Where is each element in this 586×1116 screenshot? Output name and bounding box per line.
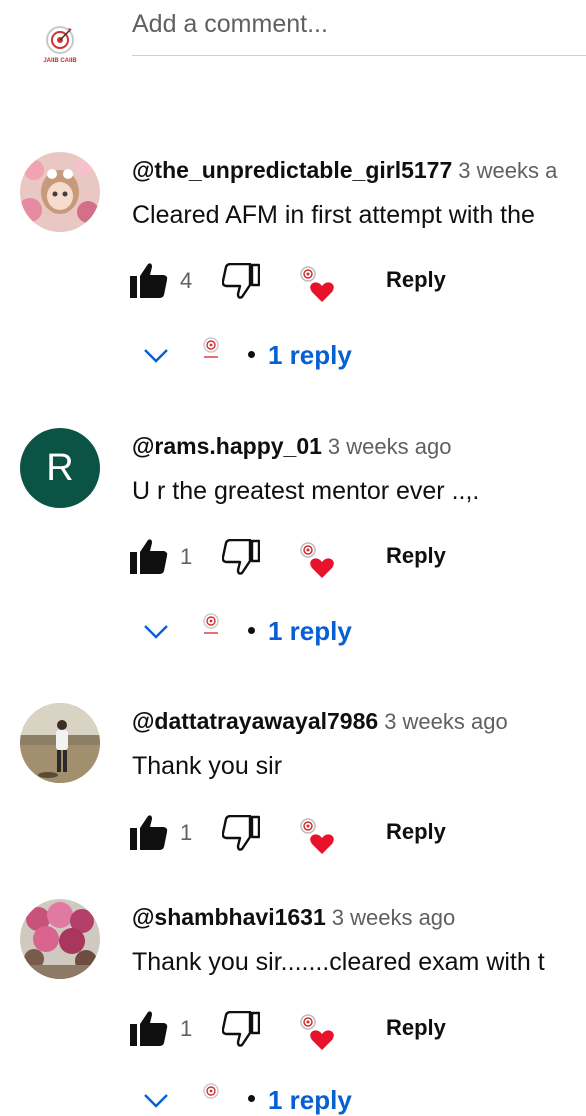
heart-icon (310, 1030, 334, 1050)
creator-heart (298, 540, 338, 580)
channel-logo-icon (200, 336, 222, 362)
author-handle[interactable]: @rams.happy_01 (132, 433, 322, 459)
view-replies-button[interactable]: 1 reply (268, 616, 352, 647)
separator-dot (248, 351, 255, 358)
thumbs-down-icon (221, 538, 261, 575)
chevron-down-icon[interactable] (142, 621, 170, 641)
comment-time[interactable]: 3 weeks ago (332, 905, 456, 930)
dislike-button[interactable] (221, 262, 261, 299)
reply-button[interactable]: Reply (386, 267, 446, 293)
channel-logo-icon (200, 1082, 222, 1108)
reply-button[interactable]: Reply (386, 543, 446, 569)
comment-author[interactable]: @rams.happy_01 3 weeks ago (132, 433, 451, 460)
add-comment-underline (132, 55, 586, 56)
comment-text: U r the greatest mentor ever ..,. (132, 477, 480, 505)
comment-text: Thank you sir.......cleared exam with t (132, 948, 545, 976)
like-count: 1 (180, 1016, 193, 1041)
reply-button[interactable]: Reply (386, 819, 446, 845)
heart-icon (310, 558, 334, 578)
comment-author[interactable]: @shambhavi1631 3 weeks ago (132, 904, 455, 931)
channel-logo-avatar: JAIIB CAIIB (40, 22, 80, 72)
separator-dot (248, 1095, 255, 1102)
thumbs-up-icon (130, 1011, 168, 1046)
thumbs-down-icon (221, 814, 261, 851)
add-comment-input[interactable]: Add a comment... (132, 10, 328, 39)
view-replies-button[interactable]: 1 reply (268, 1085, 352, 1116)
separator-dot (248, 627, 255, 634)
reply-button[interactable]: Reply (386, 1015, 446, 1041)
thumbs-down-icon (221, 1010, 261, 1047)
creator-heart (298, 1012, 338, 1052)
avatar[interactable] (20, 899, 100, 979)
heart-icon (310, 282, 334, 302)
like-count: 4 (180, 268, 193, 293)
avatar[interactable] (20, 152, 100, 232)
creator-heart (298, 816, 338, 856)
author-handle[interactable]: @the_unpredictable_girl5177 (132, 157, 452, 183)
comment-author[interactable]: @the_unpredictable_girl5177 3 weeks a (132, 157, 557, 184)
avatar[interactable]: R (20, 428, 100, 508)
thumbs-up-icon (130, 539, 168, 574)
chevron-down-icon[interactable] (142, 345, 170, 365)
channel-logo-text: JAIIB CAIIB (43, 58, 77, 64)
dislike-button[interactable] (221, 814, 261, 851)
like-count: 1 (180, 544, 193, 569)
comment-author[interactable]: @dattatrayawayal7986 3 weeks ago (132, 708, 508, 735)
thumbs-up-icon (130, 263, 168, 298)
channel-logo-icon (200, 612, 222, 638)
comment-text: Cleared AFM in first attempt with the (132, 201, 535, 229)
dislike-button[interactable] (221, 538, 261, 575)
avatar[interactable] (20, 703, 100, 783)
like-button[interactable] (130, 814, 168, 850)
dislike-button[interactable] (221, 1010, 261, 1047)
comment-time[interactable]: 3 weeks a (458, 158, 557, 183)
like-button[interactable] (130, 262, 168, 298)
author-handle[interactable]: @shambhavi1631 (132, 904, 326, 930)
like-button[interactable] (130, 538, 168, 574)
thumbs-up-icon (130, 815, 168, 850)
avatar-letter: R (46, 446, 74, 489)
comment-text: Thank you sir (132, 752, 283, 780)
comment-time[interactable]: 3 weeks ago (328, 434, 452, 459)
creator-heart (298, 264, 338, 304)
thumbs-down-icon (221, 262, 261, 299)
like-button[interactable] (130, 1010, 168, 1046)
like-count: 1 (180, 820, 193, 845)
heart-icon (310, 834, 334, 854)
comment-time[interactable]: 3 weeks ago (384, 709, 508, 734)
chevron-down-icon[interactable] (142, 1090, 170, 1110)
author-handle[interactable]: @dattatrayawayal7986 (132, 708, 378, 734)
view-replies-button[interactable]: 1 reply (268, 340, 352, 371)
